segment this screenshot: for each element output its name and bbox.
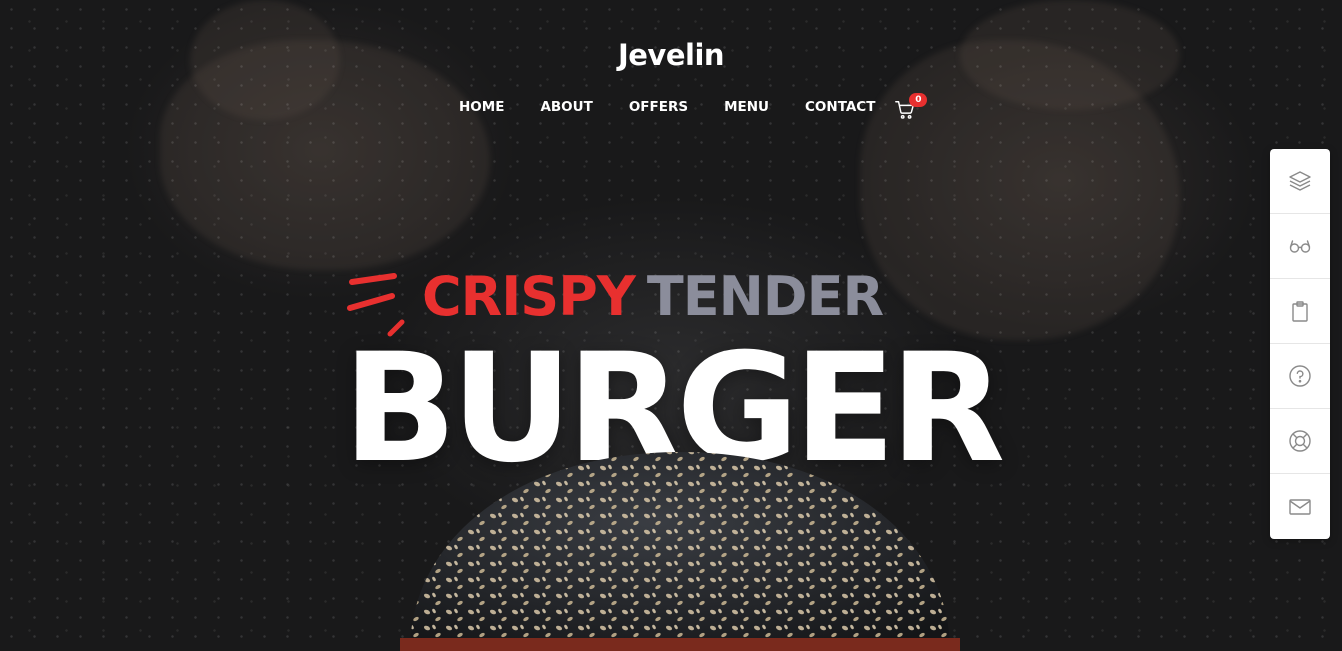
nav-offers[interactable]: OFFERS [629, 99, 688, 115]
site-logo[interactable]: Jevelin [0, 38, 1342, 72]
lifebuoy-icon [1289, 430, 1311, 452]
mail-icon [1289, 498, 1311, 515]
nav-contact[interactable]: CONTACT [805, 99, 875, 115]
nav-home[interactable]: HOME [459, 99, 504, 115]
hero-subheading: CRISPY TENDER [422, 264, 884, 330]
layers-icon [1289, 171, 1311, 191]
clipboard-icon [1292, 301, 1308, 322]
hero-section: Jevelin HOME ABOUT OFFERS MENU CONTACT 0… [0, 0, 1342, 651]
glasses-icon [1289, 240, 1311, 253]
floating-sidebar [1270, 149, 1330, 539]
nav-about[interactable]: ABOUT [540, 99, 592, 115]
nav-menu[interactable]: MENU [724, 99, 769, 115]
main-nav: HOME ABOUT OFFERS MENU CONTACT 0 [459, 93, 928, 119]
sidebar-preview-button[interactable] [1270, 214, 1330, 279]
sidebar-layers-button[interactable] [1270, 149, 1330, 214]
sidebar-mail-button[interactable] [1270, 474, 1330, 539]
help-circle-icon [1289, 365, 1311, 387]
sidebar-clipboard-button[interactable] [1270, 279, 1330, 344]
burger-image [400, 452, 960, 651]
cart-count-badge: 0 [909, 93, 928, 107]
sidebar-help-button[interactable] [1270, 344, 1330, 409]
sidebar-support-button[interactable] [1270, 409, 1330, 474]
cart-button[interactable]: 0 [894, 93, 928, 119]
hero-word-tender: TENDER [646, 265, 884, 328]
hero-word-crispy: CRISPY [422, 265, 636, 328]
